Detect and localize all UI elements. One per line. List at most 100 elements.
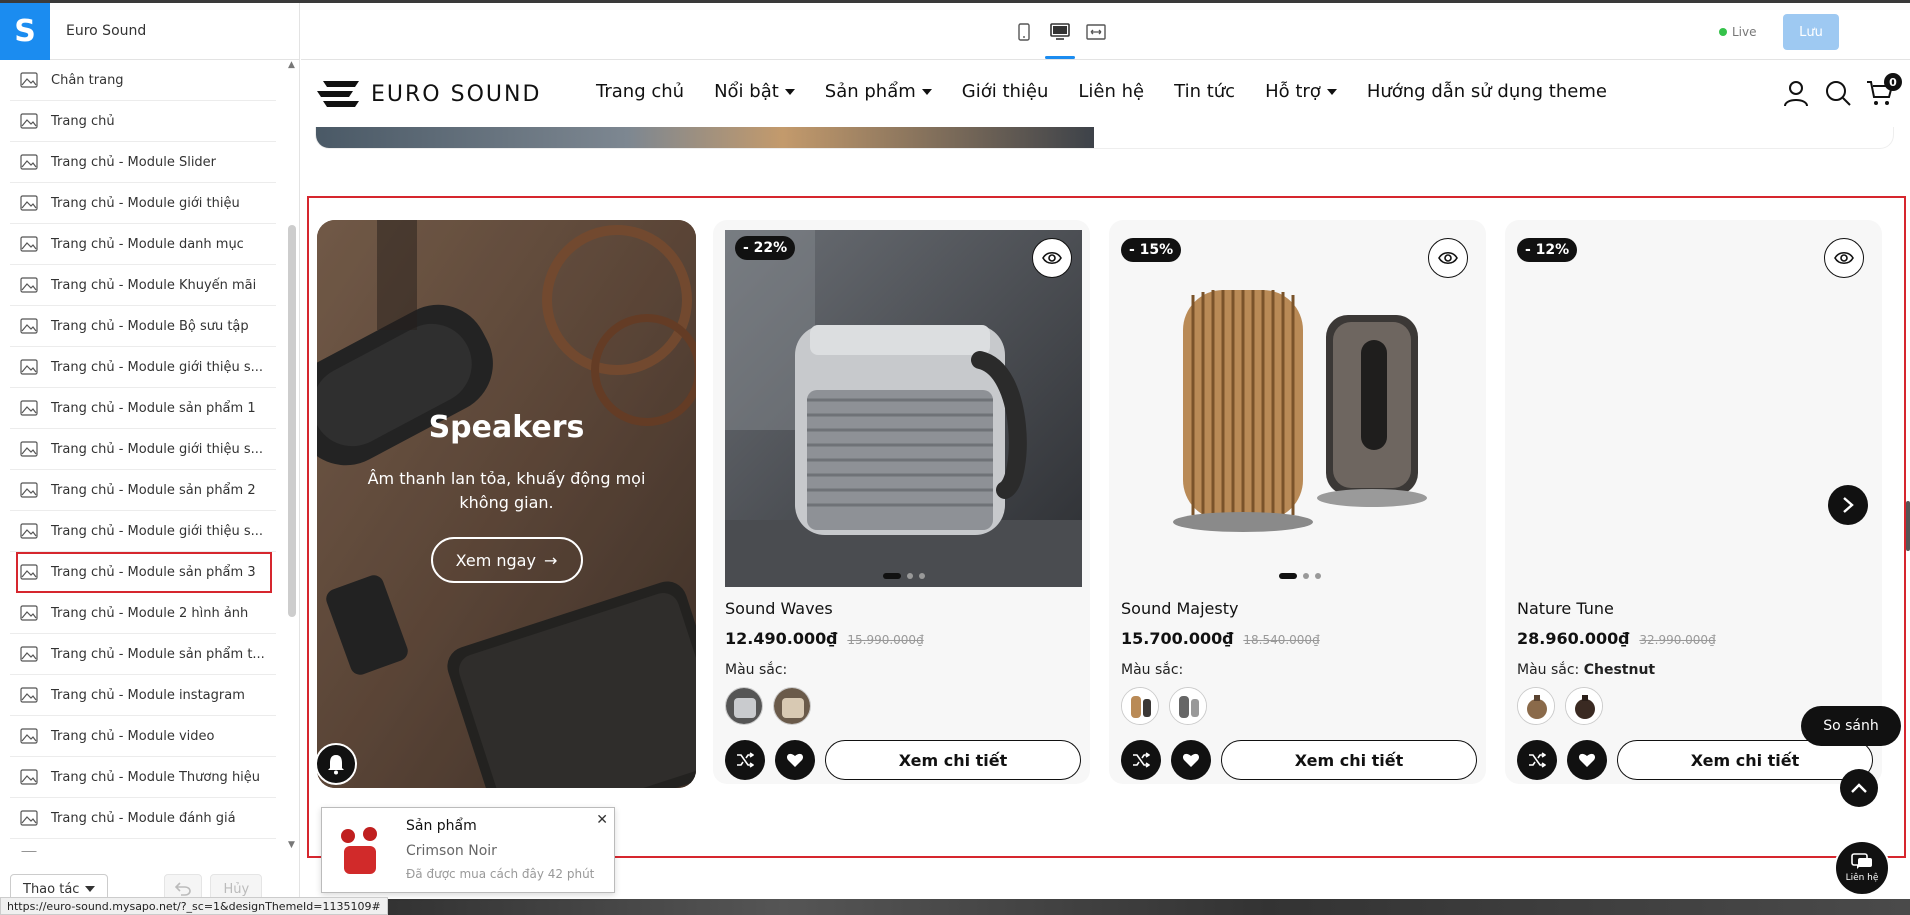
color-label: Màu sắc: (1121, 662, 1183, 678)
section-item[interactable]: Trang chủ - Module Tin tức (10, 839, 276, 852)
view-detail-button[interactable]: Xem chi tiết (1221, 740, 1477, 780)
scroll-thumb[interactable] (288, 225, 296, 617)
compare-float-button[interactable]: So sánh (1801, 706, 1901, 746)
color-swatch[interactable] (1565, 687, 1603, 725)
section-item[interactable]: Trang chủ - Module Slider (10, 142, 276, 183)
section-item[interactable]: Trang chủ - Module Khuyến mãi (10, 265, 276, 306)
quick-view-button[interactable] (1824, 238, 1864, 278)
chevron-down-icon (784, 88, 795, 95)
wishlist-button[interactable] (1171, 740, 1211, 780)
nav-item[interactable]: Trang chủ (596, 81, 684, 102)
nav-item[interactable]: Hỗ trợ (1265, 81, 1337, 102)
nav-item[interactable]: Tin tức (1174, 81, 1235, 102)
color-swatch[interactable] (1517, 687, 1555, 725)
nav-item[interactable]: Hướng dẫn sử dụng theme (1367, 81, 1607, 102)
section-item[interactable]: Trang chủ - Module sản phẩm 3 (16, 552, 272, 593)
section-item-label: Trang chủ - Module Tin tức (51, 852, 223, 853)
promo-subtitle: Âm thanh lan tỏa, khuấy động mọi không g… (367, 469, 646, 512)
section-item[interactable]: Trang chủ - Module sản phẩm 2 (10, 470, 276, 511)
product-name[interactable]: Sound Waves (725, 599, 833, 618)
notification-bell-button[interactable] (315, 743, 357, 785)
color-swatches (1121, 687, 1207, 725)
wishlist-button[interactable] (775, 740, 815, 780)
section-image-icon (20, 277, 38, 293)
sapo-logo-icon[interactable]: S (0, 2, 50, 60)
section-item[interactable]: Trang chủ - Module giới thiệu s... (10, 347, 276, 388)
old-price: 18.540.000₫ (1243, 633, 1320, 647)
color-swatch[interactable] (725, 687, 763, 725)
promo-banner[interactable]: Speakers Âm thanh lan tỏa, khuấy động mọ… (317, 220, 696, 788)
back-to-top-button[interactable] (1840, 769, 1878, 807)
compare-button[interactable] (1121, 740, 1161, 780)
search-icon (1826, 81, 1851, 106)
nav-item[interactable]: Liên hệ (1078, 81, 1144, 102)
discount-badge: - 22% (735, 236, 796, 260)
product-image[interactable] (1121, 230, 1478, 587)
section-item[interactable]: Trang chủ - Module danh mục (10, 224, 276, 265)
view-detail-button[interactable]: Xem chi tiết (825, 740, 1081, 780)
product-card[interactable]: - 22% Sound Waves 12.490.000₫ 15.990.000… (713, 220, 1090, 784)
product-image[interactable] (1517, 230, 1874, 587)
section-item[interactable]: Trang chủ - Module Thương hiệu (10, 757, 276, 798)
section-item-label: Trang chủ - Module giới thiệu s... (51, 523, 263, 539)
mobile-view-button[interactable] (1013, 21, 1035, 43)
view-detail-button[interactable]: Xem chi tiết (1617, 740, 1873, 780)
search-button[interactable] (1824, 79, 1852, 107)
scroll-down-icon[interactable]: ▼ (288, 840, 295, 850)
image-dots[interactable] (1121, 573, 1478, 579)
nav-item-label: Sản phẩm (824, 81, 916, 102)
color-swatch[interactable] (773, 687, 811, 725)
section-item[interactable]: Trang chủ - Module video (10, 716, 276, 757)
product-module-3[interactable]: Speakers Âm thanh lan tỏa, khuấy động mọ… (307, 196, 1906, 858)
product-name[interactable]: Sound Majesty (1121, 599, 1238, 618)
section-item[interactable]: Trang chủ - Module đánh giá (10, 798, 276, 839)
site-logo[interactable]: EURO SOUND (315, 79, 541, 109)
save-button[interactable]: Lưu (1783, 14, 1839, 50)
image-dots[interactable] (725, 573, 1082, 579)
nav-item-label: Tin tức (1174, 81, 1236, 102)
section-item[interactable]: Trang chủ - Module giới thiệu s... (10, 429, 276, 470)
compare-button[interactable] (1517, 740, 1557, 780)
purchase-product-name[interactable]: Crimson Noir (406, 843, 497, 859)
desktop-view-button[interactable] (1045, 21, 1075, 59)
preview-scroll-thumb[interactable] (1906, 501, 1910, 551)
quick-view-button[interactable] (1428, 238, 1468, 278)
nav-item[interactable]: Nổi bật (714, 81, 795, 102)
previous-banner (315, 127, 1894, 149)
account-button[interactable] (1782, 79, 1810, 107)
recent-purchase-popup[interactable]: Sản phẩm Crimson Noir Đã được mua cách đ… (321, 807, 615, 893)
section-item[interactable]: Trang chủ - Module 2 hình ảnh (10, 593, 276, 634)
section-item[interactable]: Chân trang (10, 60, 276, 101)
sidebar-scrollbar[interactable]: ▲ ▼ (286, 60, 298, 852)
site-header: EURO SOUND Trang chủ Nổi bật Sản phẩm Giới … (301, 61, 1910, 127)
product-card[interactable]: - 12% Nature Tune 28.960.000₫ 32.990.000… (1505, 220, 1882, 784)
product-name[interactable]: Nature Tune (1517, 599, 1614, 618)
section-item[interactable]: Trang chủ (10, 101, 276, 142)
nav-item[interactable]: Sản phẩm (825, 81, 932, 102)
section-item[interactable]: Trang chủ - Module giới thiệu (10, 183, 276, 224)
color-swatch[interactable] (1121, 687, 1159, 725)
section-item-label: Trang chủ - Module giới thiệu (51, 195, 240, 211)
section-image-icon (20, 195, 38, 211)
carousel-next-button[interactable] (1828, 485, 1868, 525)
undo-icon (175, 882, 192, 896)
cart-button[interactable]: 0 (1866, 73, 1902, 107)
section-item[interactable]: Trang chủ - Module sản phẩm t... (10, 634, 276, 675)
section-image-icon (20, 769, 38, 785)
section-item[interactable]: Trang chủ - Module Bộ sưu tập (10, 306, 276, 347)
color-swatch[interactable] (1169, 687, 1207, 725)
compare-button[interactable] (725, 740, 765, 780)
product-image[interactable] (725, 230, 1082, 587)
product-card[interactable]: - 15% Sound Majesty 15.700.000₫ 18.540.0… (1109, 220, 1486, 784)
section-item[interactable]: Trang chủ - Module giới thiệu s... (10, 511, 276, 552)
view-now-button[interactable]: Xem ngay → (430, 537, 583, 583)
section-item[interactable]: Trang chủ - Module instagram (10, 675, 276, 716)
wishlist-button[interactable] (1567, 740, 1607, 780)
contact-float-button[interactable]: Liên hệ (1834, 840, 1890, 896)
fullwidth-view-button[interactable] (1085, 21, 1107, 43)
quick-view-button[interactable] (1032, 238, 1072, 278)
nav-item[interactable]: Giới thiệu (962, 81, 1049, 102)
scroll-up-icon[interactable]: ▲ (288, 60, 295, 70)
close-icon[interactable]: ✕ (596, 812, 608, 828)
section-item[interactable]: Trang chủ - Module sản phẩm 1 (10, 388, 276, 429)
